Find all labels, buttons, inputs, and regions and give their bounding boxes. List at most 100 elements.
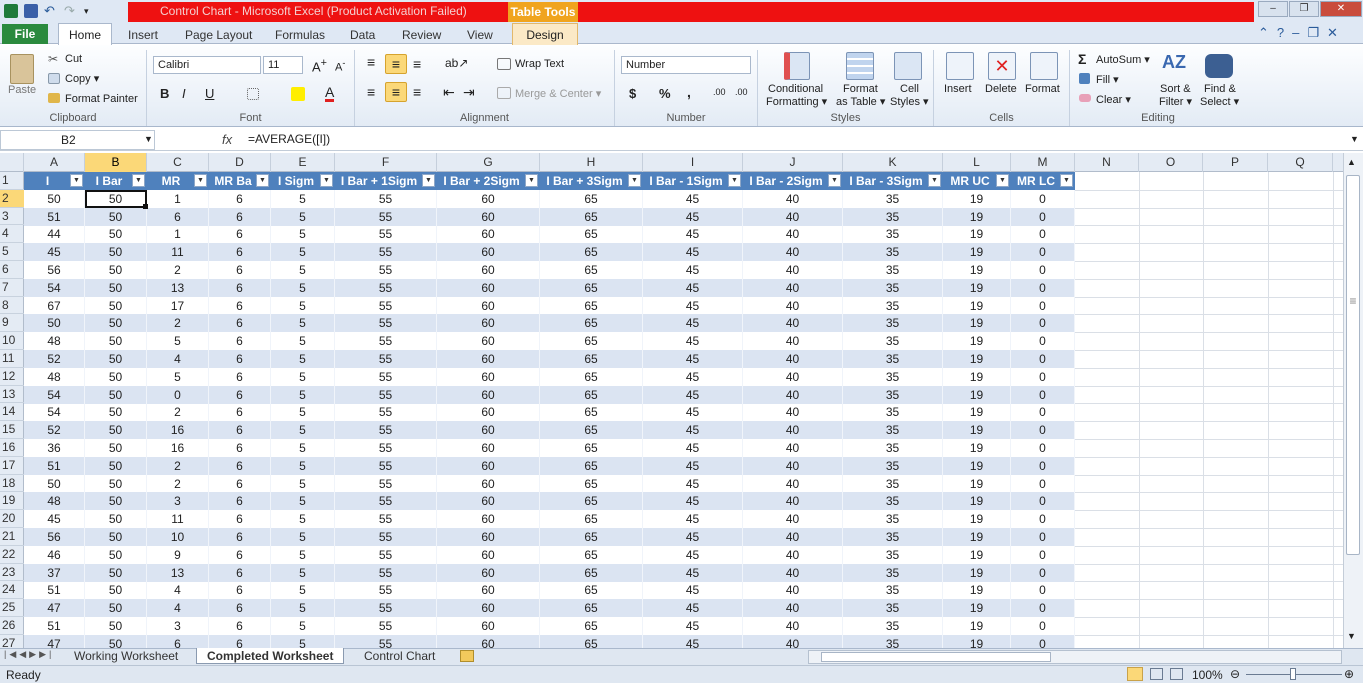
table-cell[interactable]: 0 <box>1011 403 1075 422</box>
scroll-up-icon[interactable]: ▲ <box>1347 157 1356 167</box>
table-cell[interactable]: 60 <box>437 528 540 546</box>
scroll-down-icon[interactable]: ▼ <box>1347 631 1356 641</box>
table-cell[interactable]: 60 <box>437 261 540 279</box>
table-cell[interactable]: 6 <box>209 296 271 315</box>
row-header[interactable]: 18 <box>0 475 24 493</box>
table-cell[interactable]: 45 <box>643 225 743 244</box>
decrease-indent-icon[interactable]: ⇤ <box>443 84 455 101</box>
filter-dropdown-icon[interactable]: ▼ <box>320 174 333 187</box>
table-cell[interactable]: 6 <box>209 617 271 635</box>
workbook-minimize-icon[interactable]: – <box>1292 25 1299 41</box>
table-cell[interactable]: 0 <box>1011 492 1075 511</box>
table-cell[interactable]: 5 <box>271 474 335 493</box>
customize-qat-icon[interactable]: ▾ <box>84 4 98 18</box>
decrease-font-size-icon[interactable]: A- <box>335 58 345 74</box>
table-cell[interactable]: 11 <box>147 243 209 262</box>
redo-icon[interactable]: ↷ <box>64 4 78 18</box>
table-cell[interactable]: 45 <box>643 314 743 333</box>
increase-indent-icon[interactable]: ⇥ <box>463 84 475 101</box>
table-cell[interactable]: 5 <box>271 492 335 511</box>
table-cell[interactable]: 10 <box>147 528 209 546</box>
table-cell[interactable]: 6 <box>209 385 271 404</box>
table-cell[interactable]: 35 <box>843 367 943 386</box>
table-cell[interactable]: 6 <box>209 510 271 529</box>
table-cell[interactable]: 45 <box>643 617 743 635</box>
table-cell[interactable]: 3 <box>147 617 209 635</box>
table-cell[interactable]: 55 <box>335 243 437 262</box>
table-cell[interactable]: 40 <box>743 225 843 244</box>
borders-icon[interactable] <box>247 88 259 100</box>
column-header[interactable]: P <box>1203 153 1268 172</box>
vertical-scrollbar[interactable]: ▲ ≡ ▼ <box>1343 153 1363 648</box>
table-cell[interactable]: 35 <box>843 189 943 208</box>
table-cell[interactable]: 60 <box>437 189 540 208</box>
wrap-text-button[interactable]: Wrap Text <box>515 58 564 70</box>
table-cell[interactable]: 65 <box>540 403 643 422</box>
table-cell[interactable]: 55 <box>335 296 437 315</box>
table-cell[interactable]: 35 <box>843 385 943 404</box>
table-cell[interactable]: 55 <box>335 385 437 404</box>
table-cell[interactable]: 55 <box>335 563 437 582</box>
table-cell[interactable]: 50 <box>85 510 147 529</box>
row-header[interactable]: 11 <box>0 350 24 368</box>
table-cell[interactable]: 6 <box>209 350 271 368</box>
table-cell[interactable]: 35 <box>843 314 943 333</box>
table-cell[interactable]: 50 <box>85 421 147 440</box>
table-cell[interactable]: 0 <box>1011 385 1075 404</box>
table-cell[interactable]: 45 <box>643 439 743 457</box>
table-cell[interactable]: 50 <box>85 225 147 244</box>
column-header[interactable]: Q <box>1268 153 1333 172</box>
row-header[interactable]: 9 <box>0 314 24 333</box>
as-table-label[interactable]: as Table ▾ <box>836 95 885 108</box>
table-cell[interactable]: 50 <box>85 439 147 457</box>
table-cell[interactable]: 19 <box>943 243 1011 262</box>
cut-button[interactable]: Cut <box>65 53 82 65</box>
table-cell[interactable]: 60 <box>437 545 540 564</box>
table-cell[interactable]: 19 <box>943 207 1011 226</box>
styles-label[interactable]: Styles ▾ <box>890 95 929 108</box>
row-header[interactable]: 8 <box>0 297 24 315</box>
table-cell[interactable]: 5 <box>271 599 335 618</box>
table-cell[interactable]: 55 <box>335 617 437 635</box>
row-header[interactable]: 4 <box>0 225 24 244</box>
table-cell[interactable]: 60 <box>437 403 540 422</box>
table-cell[interactable]: 19 <box>943 189 1011 208</box>
table-cell[interactable]: 50 <box>24 189 85 208</box>
table-cell[interactable]: 65 <box>540 207 643 226</box>
table-cell[interactable]: 19 <box>943 296 1011 315</box>
table-cell[interactable]: 60 <box>437 278 540 297</box>
table-cell[interactable]: 0 <box>1011 456 1075 475</box>
column-header[interactable]: F <box>335 153 437 172</box>
table-cell[interactable]: 65 <box>540 617 643 635</box>
row-header[interactable]: 26 <box>0 617 24 635</box>
table-cell[interactable]: 6 <box>209 474 271 493</box>
table-cell[interactable]: 5 <box>271 421 335 440</box>
align-middle-icon[interactable]: ≡ <box>385 54 407 74</box>
table-cell[interactable]: 2 <box>147 456 209 475</box>
table-cell[interactable]: 6 <box>209 545 271 564</box>
table-cell[interactable]: 5 <box>271 510 335 529</box>
filter-dropdown-icon[interactable]: ▼ <box>828 174 841 187</box>
column-header[interactable]: K <box>843 153 943 172</box>
table-cell[interactable]: 45 <box>643 599 743 618</box>
table-cell[interactable]: 60 <box>437 599 540 618</box>
table-cell[interactable]: 19 <box>943 474 1011 493</box>
table-cell[interactable]: 5 <box>271 563 335 582</box>
filter-dropdown-icon[interactable]: ▼ <box>256 174 269 187</box>
table-cell[interactable]: 0 <box>1011 350 1075 368</box>
table-cell[interactable]: 51 <box>24 456 85 475</box>
sheet-tab-working-worksheet[interactable]: Working Worksheet <box>64 648 188 664</box>
row-header[interactable]: 17 <box>0 457 24 475</box>
filter-dropdown-icon[interactable]: ▼ <box>728 174 741 187</box>
table-cell[interactable]: 60 <box>437 421 540 440</box>
row-header[interactable]: 10 <box>0 332 24 350</box>
horizontal-scroll-thumb[interactable] <box>821 652 1051 662</box>
table-cell[interactable]: 19 <box>943 563 1011 582</box>
help-icon[interactable]: ? <box>1277 25 1284 41</box>
table-cell[interactable]: 60 <box>437 243 540 262</box>
bold-button[interactable]: B <box>160 86 169 101</box>
table-cell[interactable]: 50 <box>85 367 147 386</box>
format-label[interactable]: Format <box>843 83 878 95</box>
table-cell[interactable]: 35 <box>843 332 943 351</box>
table-cell[interactable]: 65 <box>540 332 643 351</box>
